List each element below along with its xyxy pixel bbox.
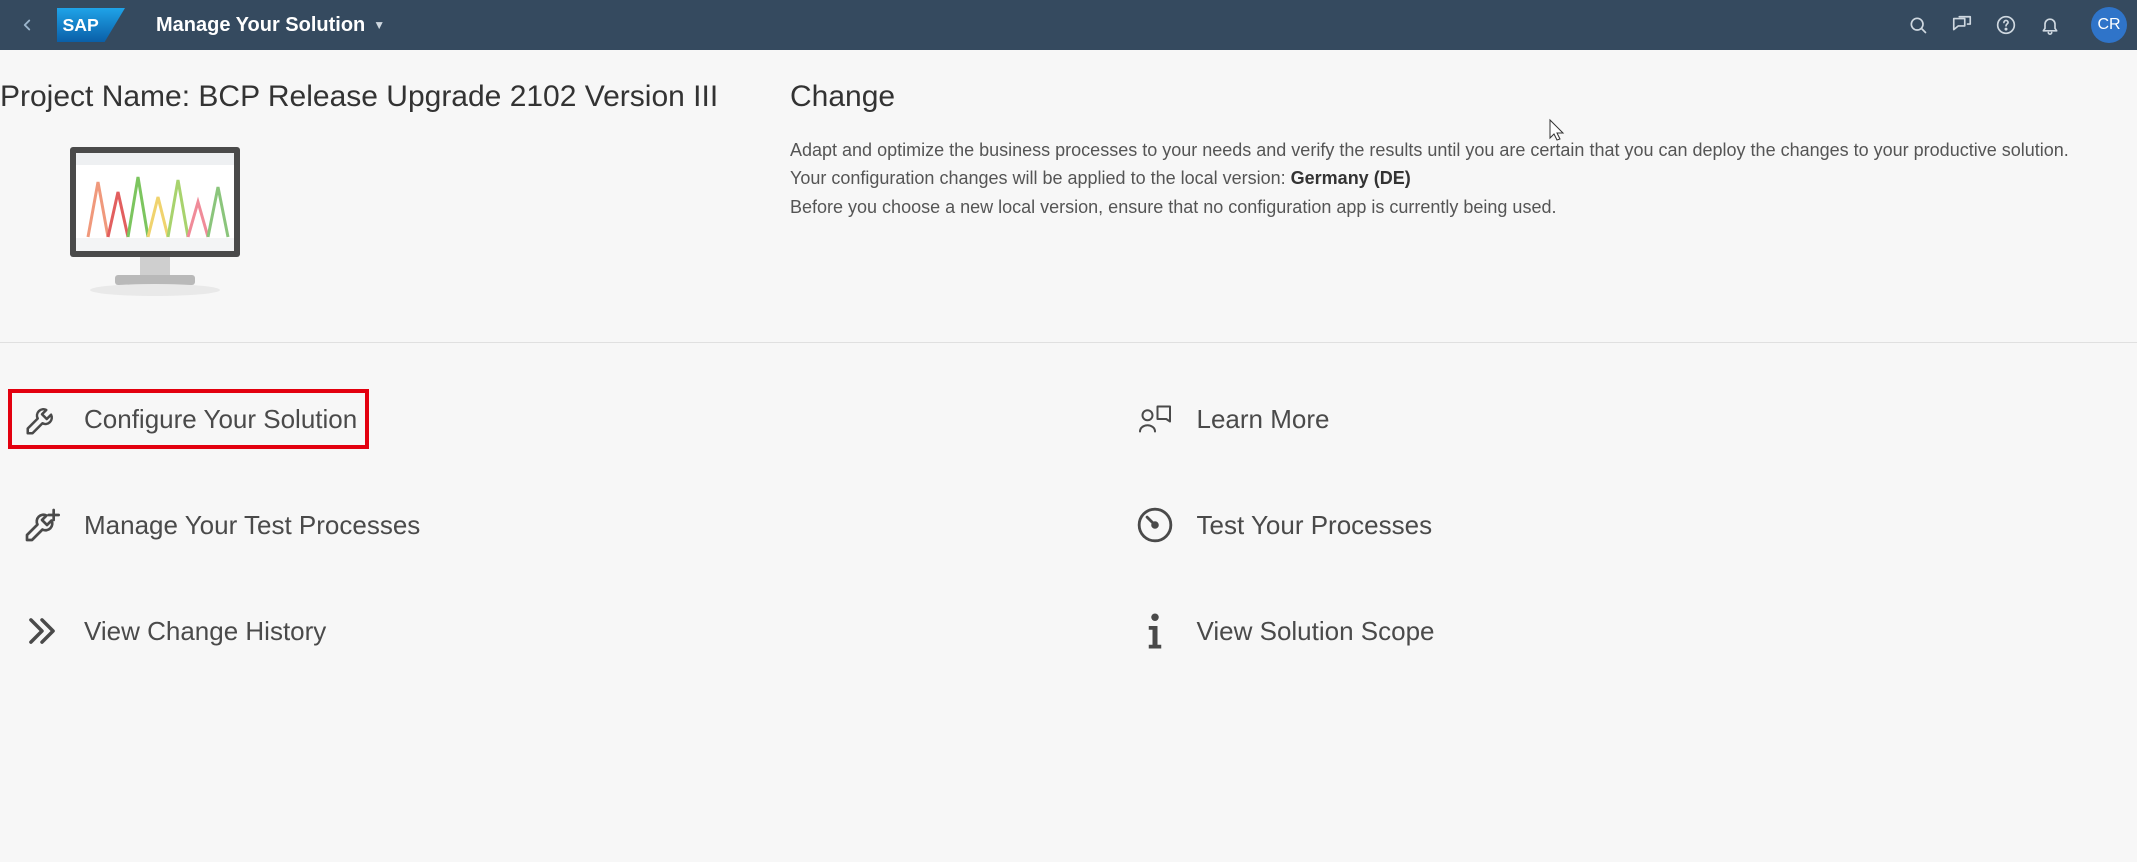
manage-test-processes-tile[interactable]: Manage Your Test Processes <box>12 499 428 551</box>
monitor-icon <box>60 142 250 302</box>
search-icon <box>1908 15 1928 35</box>
project-column: Project Name: BCP Release Upgrade 2102 V… <box>0 80 790 302</box>
change-column: Change Adapt and optimize the business p… <box>790 80 2137 302</box>
learn-more-label: Learn More <box>1197 404 1330 435</box>
back-button[interactable] <box>10 8 44 42</box>
change-description-3: Before you choose a new local version, e… <box>790 195 2107 219</box>
sap-logo[interactable]: SAP <box>56 8 126 42</box>
feedback-icon <box>1951 14 1973 36</box>
learn-more-tile[interactable]: Learn More <box>1125 393 1338 445</box>
project-summary-section: Project Name: BCP Release Upgrade 2102 V… <box>0 50 2137 343</box>
caret-down-icon: ▼ <box>373 18 385 32</box>
local-version-value: Germany (DE) <box>1291 168 1411 188</box>
help-icon <box>1996 15 2016 35</box>
info-icon <box>1133 609 1177 653</box>
gauge-icon <box>1133 503 1177 547</box>
feedback-button[interactable] <box>1951 14 1973 36</box>
avatar-initials: CR <box>2097 16 2120 34</box>
change-description-1: Adapt and optimize the business processe… <box>790 138 2107 162</box>
view-solution-scope-tile[interactable]: View Solution Scope <box>1125 605 1443 657</box>
sap-logo-icon: SAP <box>56 8 126 42</box>
action-tiles-grid: Configure Your Solution Learn More <box>0 343 2137 697</box>
user-avatar[interactable]: CR <box>2091 7 2127 43</box>
notifications-button[interactable] <box>2039 14 2061 36</box>
view-change-history-label: View Change History <box>84 616 326 647</box>
wrench-icon <box>20 397 64 441</box>
app-title-dropdown[interactable]: Manage Your Solution ▼ <box>156 14 385 37</box>
project-title: Project Name: BCP Release Upgrade 2102 V… <box>0 80 790 114</box>
change-description-2: Your configuration changes will be appli… <box>790 166 2107 190</box>
shell-header: SAP Manage Your Solution ▼ CR <box>0 0 2137 50</box>
manage-test-processes-label: Manage Your Test Processes <box>84 510 420 541</box>
bell-icon <box>2040 15 2060 35</box>
test-your-processes-label: Test Your Processes <box>1197 510 1433 541</box>
shell-header-left: SAP Manage Your Solution ▼ <box>10 8 385 42</box>
view-change-history-tile[interactable]: View Change History <box>12 605 334 657</box>
view-solution-scope-label: View Solution Scope <box>1197 616 1435 647</box>
learn-more-icon <box>1133 397 1177 441</box>
configure-your-solution-tile[interactable]: Configure Your Solution <box>12 393 365 445</box>
svg-text:SAP: SAP <box>62 15 99 35</box>
search-button[interactable] <box>1907 14 1929 36</box>
shell-header-actions: CR <box>1907 7 2127 43</box>
monitor-illustration <box>60 142 790 302</box>
chevron-left-icon <box>18 16 36 34</box>
help-button[interactable] <box>1995 14 2017 36</box>
change-heading: Change <box>790 80 2107 114</box>
test-your-processes-tile[interactable]: Test Your Processes <box>1125 499 1441 551</box>
app-title-text: Manage Your Solution <box>156 14 365 37</box>
change-desc2-prefix: Your configuration changes will be appli… <box>790 168 1291 188</box>
wrench-plus-icon <box>20 503 64 547</box>
double-chevron-icon <box>20 609 64 653</box>
configure-your-solution-label: Configure Your Solution <box>84 404 357 435</box>
cursor-icon <box>1548 118 1566 142</box>
